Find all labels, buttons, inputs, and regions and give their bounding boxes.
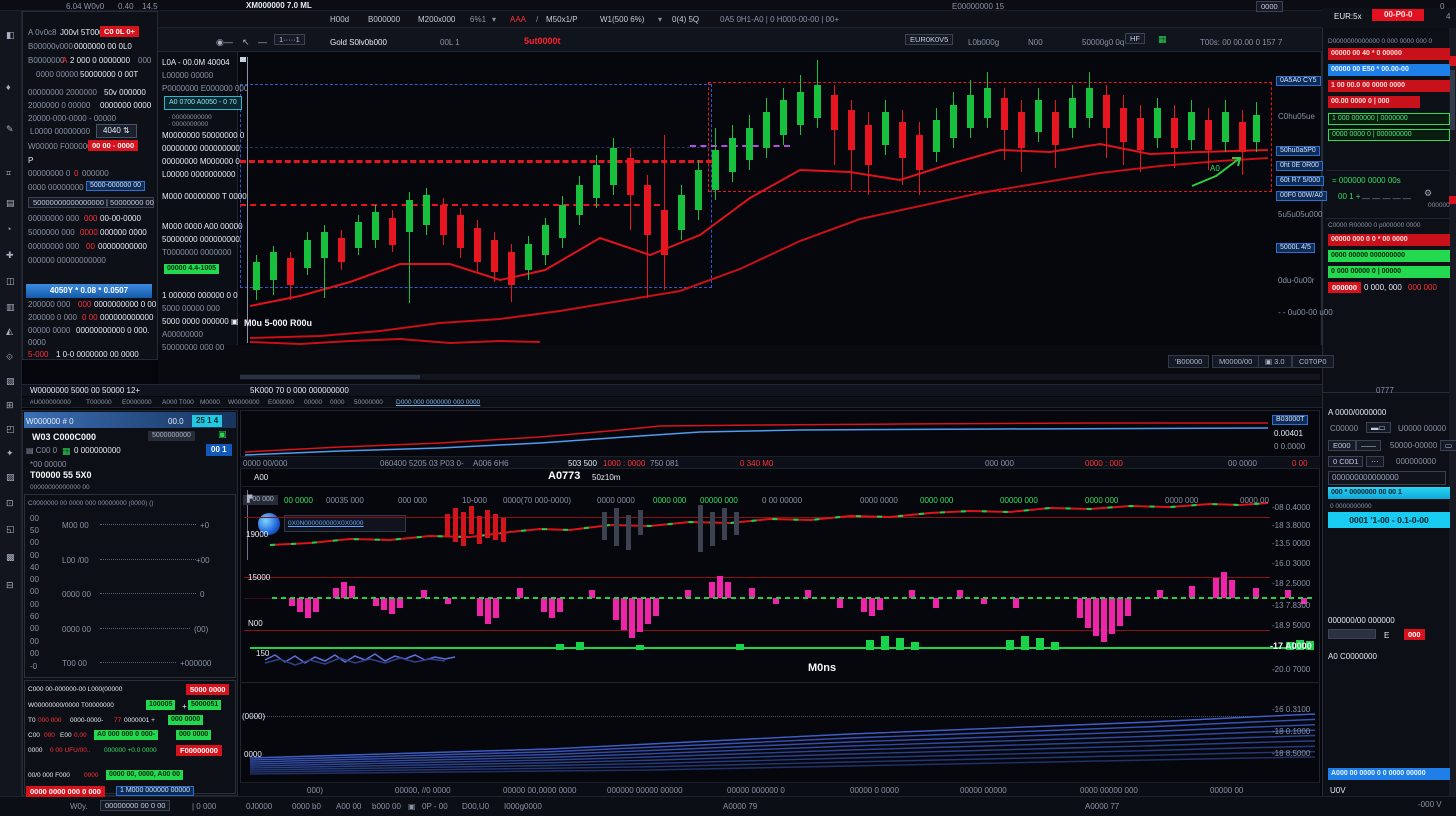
titlebar	[0, 0, 1456, 11]
left-tool-strip	[0, 11, 22, 816]
right-panel-divider-2	[1326, 218, 1452, 219]
times-row-bg	[240, 782, 1320, 796]
chart-sidebar-bg	[158, 52, 238, 358]
right-panel-divider-1	[1326, 170, 1452, 171]
section-bar	[22, 384, 1322, 396]
tick-row-bg	[240, 456, 1320, 469]
right-scrollbar-mark-1	[1449, 56, 1456, 66]
right-scrollbar-mark-2	[1449, 196, 1456, 204]
chart-hscroll-thumb[interactable]	[240, 375, 420, 379]
bl-table-box	[24, 494, 236, 678]
right-scrollbar[interactable]	[1449, 28, 1456, 816]
tabs-row	[22, 397, 1322, 408]
watermark-logo	[258, 513, 280, 535]
status-bar	[0, 796, 1456, 816]
trading-terminal: { "app": {"title": "XM000000 7.0 ML", "m…	[0, 0, 1456, 816]
right-panel	[1322, 28, 1456, 816]
lower-chart-sep	[240, 682, 1320, 683]
chart-canvas[interactable]	[238, 52, 1320, 345]
chart-toolbar-bg	[158, 28, 1322, 52]
market-watch-panel	[22, 11, 158, 360]
bl-header-gradient[interactable]	[24, 412, 236, 428]
top-band	[158, 11, 1322, 28]
bl-log-box	[24, 680, 236, 794]
right-top-band	[1322, 8, 1456, 28]
title-row-bg	[240, 469, 1320, 487]
watermark-input-box[interactable]	[284, 515, 406, 532]
right-panel-divider-3	[1322, 392, 1456, 393]
canvas-corner-thumb	[240, 57, 246, 62]
window-title: XM000000 7.0 ML	[246, 1, 312, 10]
mins-label: M0ns	[808, 662, 836, 674]
right-scrollbar-thumb[interactable]	[1450, 70, 1455, 130]
